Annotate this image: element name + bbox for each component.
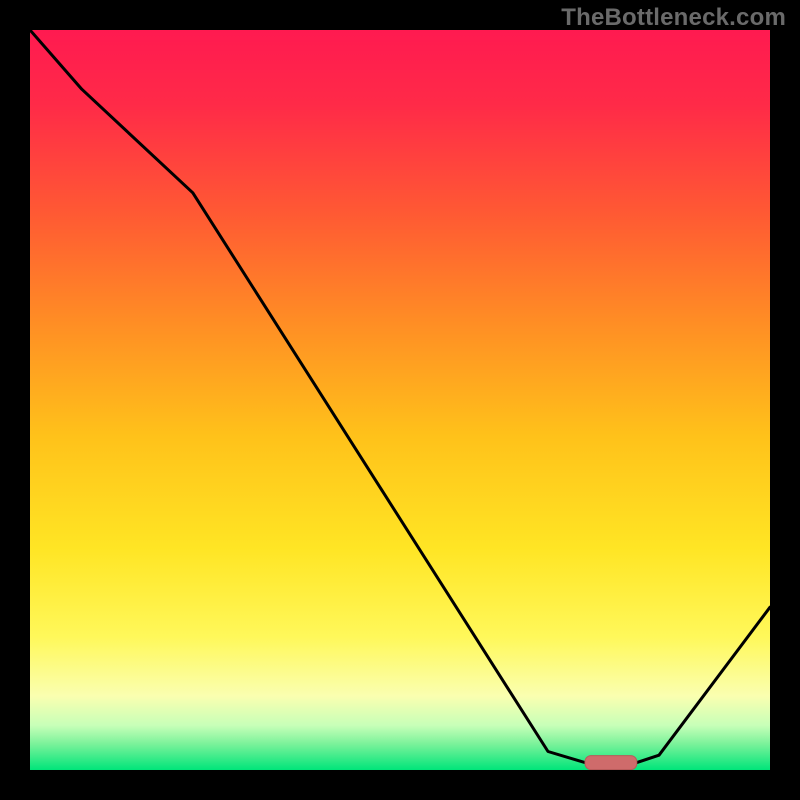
- chart-container: TheBottleneck.com: [0, 0, 800, 800]
- chart-svg: [30, 30, 770, 770]
- plot-area: [30, 30, 770, 770]
- gradient-background: [30, 30, 770, 770]
- optimal-range-marker: [585, 756, 637, 770]
- watermark-text: TheBottleneck.com: [561, 4, 786, 32]
